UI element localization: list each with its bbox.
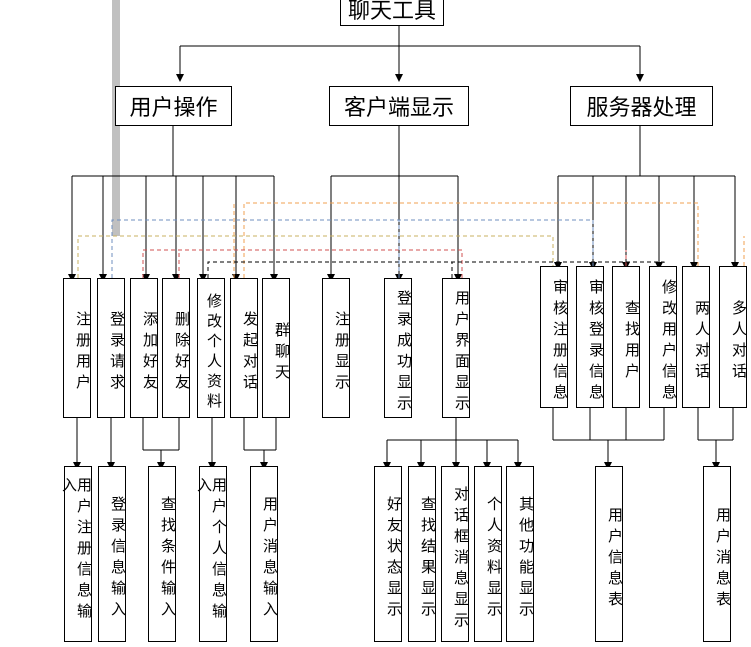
node-find-user: 查找用户 bbox=[612, 266, 641, 408]
node-client-display: 客户端显示 bbox=[329, 86, 469, 126]
node-search-condition-input: 查找条件输入 bbox=[148, 466, 177, 642]
node-register-user: 注册用户 bbox=[63, 278, 92, 418]
node-review-register-info: 审核注册信息 bbox=[540, 266, 569, 408]
node-two-person-chat: 两人对话 bbox=[682, 266, 711, 408]
node-search-result-display: 查找结果显示 bbox=[408, 466, 437, 642]
node-chat-message-display: 对话框消息显示 bbox=[441, 466, 470, 642]
node-edit-user-info: 修改用户信息 bbox=[649, 266, 678, 408]
node-start-chat: 发起对话 bbox=[230, 278, 259, 418]
node-delete-friend: 删除好友 bbox=[162, 278, 191, 418]
node-other-function-display: 其他功能显示 bbox=[506, 466, 535, 642]
node-group-chat: 群聊天 bbox=[262, 278, 291, 418]
node-login-success-display: 登录成功显示 bbox=[384, 278, 413, 418]
node-user-info-table: 用户信息表 bbox=[595, 466, 624, 642]
root-node: 聊天工具 bbox=[340, 0, 444, 26]
node-register-display: 注册显示 bbox=[322, 278, 351, 418]
node-user-message-table: 用户消息表 bbox=[703, 466, 732, 642]
node-user-interface-display: 用户界面显示 bbox=[442, 278, 471, 418]
diagram-canvas: 聊天工具 用户操作 客户端显示 服务器处理 注册用户 登录请求 添加好友 删除好… bbox=[0, 0, 751, 647]
node-user-personal-info-input: 用户个人信息输入 bbox=[195, 466, 228, 642]
node-add-friend: 添加好友 bbox=[130, 278, 159, 418]
node-friend-status-display: 好友状态显示 bbox=[374, 466, 403, 642]
node-login-info-input: 登录信息输入 bbox=[98, 466, 127, 642]
node-multi-person-chat: 多人对话 bbox=[719, 266, 748, 408]
node-personal-profile-display: 个人资料显示 bbox=[474, 466, 503, 642]
node-review-login-info: 审核登录信息 bbox=[576, 266, 605, 408]
node-login-request: 登录请求 bbox=[97, 278, 126, 418]
node-user-register-input: 用户注册信息输入 bbox=[60, 466, 93, 642]
node-server-processing: 服务器处理 bbox=[570, 86, 713, 126]
node-user-message-input: 用户消息输入 bbox=[250, 466, 279, 642]
node-user-operations: 用户操作 bbox=[115, 86, 232, 126]
node-edit-profile: 修改个人资料 bbox=[197, 278, 225, 418]
